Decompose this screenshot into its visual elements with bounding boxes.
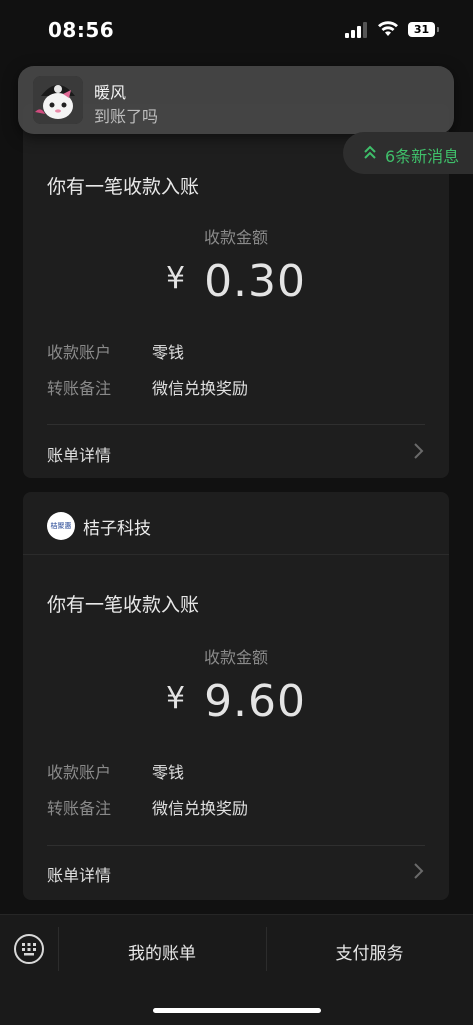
- merchant-name[interactable]: 桔子科技: [83, 514, 151, 539]
- detail-label-note: 转账备注: [47, 799, 112, 818]
- detail-value-account: 零钱: [152, 343, 185, 362]
- detail-value-note: 微信兑换奖励: [152, 379, 249, 398]
- divider: [47, 845, 425, 846]
- keyboard-icon[interactable]: [13, 933, 45, 965]
- currency-symbol: ¥: [165, 681, 187, 716]
- new-messages-label: 6条新消息: [385, 147, 460, 166]
- detail-value-account: 零钱: [152, 763, 185, 782]
- detail-value-note: 微信兑换奖励: [152, 799, 249, 818]
- home-indicator[interactable]: [153, 1008, 321, 1013]
- double-chevron-up-icon: [364, 145, 376, 159]
- battery-tip: [437, 27, 439, 32]
- detail-label-account: 收款账户: [47, 343, 112, 362]
- amount-display: ¥0.30: [23, 256, 449, 307]
- chevron-right-icon[interactable]: [412, 442, 424, 460]
- amount-display: ¥9.60: [23, 676, 449, 727]
- card-title: 你有一笔收款入账: [47, 176, 200, 198]
- signal-icon: [345, 22, 367, 38]
- detail-label-note: 转账备注: [47, 379, 112, 398]
- avatar: [33, 76, 83, 124]
- chevron-right-icon[interactable]: [412, 862, 424, 880]
- my-bills-button[interactable]: 我的账单: [58, 939, 266, 964]
- divider: [47, 424, 425, 425]
- wifi-icon: [378, 21, 398, 36]
- bill-details-link[interactable]: 账单详情: [47, 862, 111, 886]
- card-header-divider: [23, 554, 449, 555]
- amount-value: 0.30: [204, 256, 307, 307]
- merchant-logo: 桔聚惠: [47, 512, 75, 540]
- amount-label: 收款金额: [203, 648, 268, 667]
- notification-banner[interactable]: 暖风 到账了吗: [18, 66, 454, 134]
- currency-symbol: ¥: [165, 261, 187, 296]
- status-bar: 08:56 31: [0, 0, 473, 60]
- amount-label: 收款金额: [203, 228, 268, 247]
- battery-icon: 31: [408, 22, 435, 37]
- notification-sender: 暖风: [94, 83, 127, 102]
- status-time: 08:56: [48, 18, 115, 42]
- payment-card-2: 桔聚惠 桔子科技 你有一笔收款入账 收款金额 ¥9.60 收款账户 零钱 转账备…: [23, 492, 449, 900]
- notification-message: 到账了吗: [94, 107, 159, 126]
- amount-value: 9.60: [204, 676, 307, 727]
- payment-services-button[interactable]: 支付服务: [266, 939, 473, 964]
- new-messages-button[interactable]: 6条新消息: [343, 132, 473, 174]
- bill-details-link[interactable]: 账单详情: [47, 442, 111, 466]
- card-title: 你有一笔收款入账: [47, 594, 200, 616]
- detail-label-account: 收款账户: [47, 763, 112, 782]
